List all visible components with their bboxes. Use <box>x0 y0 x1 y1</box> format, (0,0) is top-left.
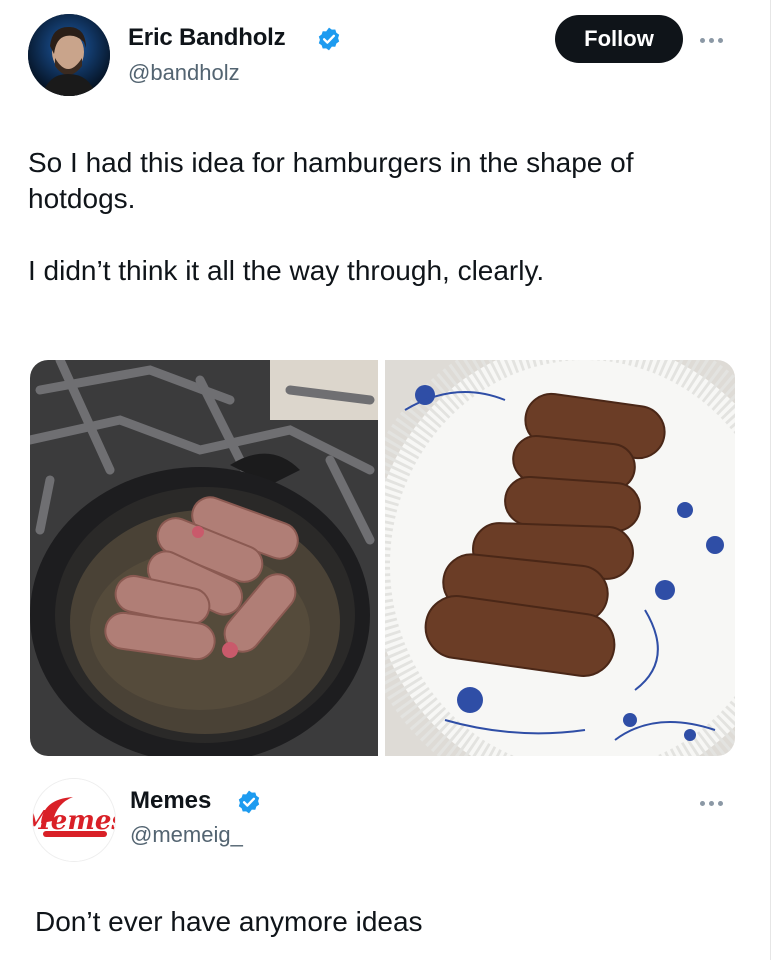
author-name[interactable]: Eric Bandholz <box>128 24 286 52</box>
scroll-edge <box>770 0 775 960</box>
quoted-author-handle[interactable]: @memeig_ <box>130 822 243 848</box>
follow-button[interactable]: Follow <box>555 15 683 63</box>
quoted-author-name[interactable]: Memes <box>130 787 211 815</box>
verified-badge-icon <box>238 790 260 814</box>
verified-badge-icon <box>318 27 340 51</box>
quoted-tweet-text: Don’t ever have anymore ideas <box>35 906 423 937</box>
tweet-photo-pan[interactable] <box>30 360 378 756</box>
more-options-icon[interactable] <box>700 797 734 809</box>
tweet-photo-plate[interactable] <box>385 360 735 756</box>
author-handle[interactable]: @bandholz <box>128 60 240 86</box>
tweet-text: So I had this idea for hamburgers in the… <box>28 147 634 286</box>
more-options-icon[interactable] <box>700 34 734 46</box>
author-avatar[interactable] <box>28 14 110 96</box>
quoted-author-avatar[interactable]: Memes <box>32 778 116 862</box>
